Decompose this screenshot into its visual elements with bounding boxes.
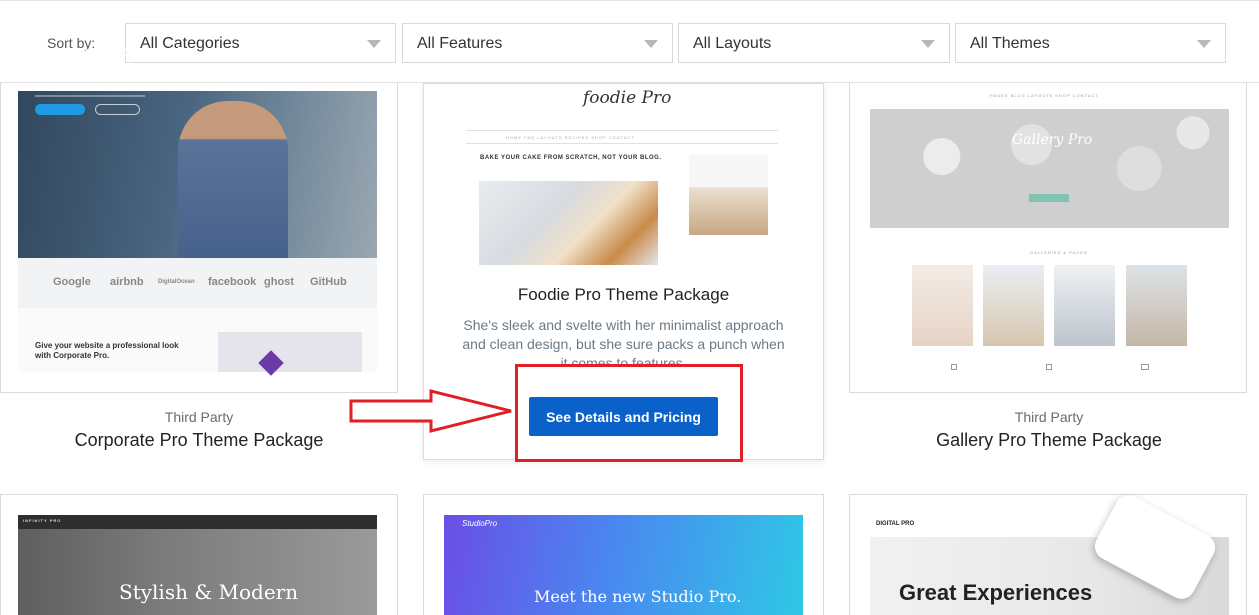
gallery-pro-title[interactable]: Gallery Pro Theme Package <box>850 430 1248 451</box>
digital-pro-hero-title: Great Experiences <box>899 580 1093 605</box>
hero-subtext-lines <box>35 85 145 97</box>
caret-down-icon <box>921 40 935 48</box>
foodie-sidebar-image <box>689 155 768 235</box>
gallery-photo <box>983 265 1044 346</box>
github-logo: GitHub <box>310 276 347 288</box>
features-select-value: All Features <box>417 35 503 52</box>
studio-pro-hero-title: Meet the new Studio Pro. <box>534 587 742 606</box>
foodie-pro-logo: foodie Pro <box>583 88 672 108</box>
foodie-pro-description: She's sleek and svelte with her minimali… <box>462 317 785 366</box>
corporate-pro-lower-section <box>18 308 377 372</box>
grid-icon <box>1046 364 1052 370</box>
themes-select-value: All Themes <box>970 35 1050 52</box>
gallery-photo <box>1054 265 1115 346</box>
foodie-post-heading: BAKE YOUR CAKE FROM SCRATCH, NOT YOUR BL… <box>480 155 662 161</box>
foodie-pro-title[interactable]: Foodie Pro Theme Package <box>423 285 824 305</box>
gallery-section-label: GALLERIES & PAGES <box>1030 250 1088 255</box>
layouts-select[interactable]: All Layouts <box>678 23 950 63</box>
gallery-pro-hero-title: Gallery Pro <box>1012 132 1093 148</box>
hero-secondary-button <box>95 104 140 115</box>
caret-down-icon <box>1197 40 1211 48</box>
lower-section-title: Give your website a professional look wi… <box>35 341 179 360</box>
foodie-nav-links: HOME FAQ LAYOUTS RECIPES SHOP CONTACT <box>506 135 635 140</box>
gallery-pro-type: Third Party <box>1014 409 1084 425</box>
airbnb-logo: airbnb <box>110 276 144 288</box>
corporate-pro-hero-image <box>18 91 377 258</box>
see-details-pricing-button[interactable]: See Details and Pricing <box>529 397 718 436</box>
hero-primary-button <box>35 104 85 115</box>
features-select[interactable]: All Features <box>402 23 673 63</box>
infinity-pro-hero-title: Stylish & Modern <box>119 580 299 604</box>
gallery-hero-button <box>1029 194 1069 202</box>
gallery-pro-hero-image <box>870 109 1229 228</box>
gallery-nav-links: PAGES BLOG LAYOUTS SHOP CONTACT <box>990 93 1099 98</box>
lower-section-image <box>218 332 362 372</box>
hero-person-image <box>178 101 288 258</box>
google-logo: Google <box>53 276 91 288</box>
digitalocean-logo: DigitalOcean <box>158 279 195 285</box>
infinity-pro-nav-bar <box>18 515 377 529</box>
corporate-pro-title[interactable]: Corporate Pro Theme Package <box>0 430 398 451</box>
ghost-logo: ghost <box>264 276 294 288</box>
theme-listing-page: Sort by: All Categories All Features All… <box>0 0 1259 615</box>
gallery-photo <box>912 265 973 346</box>
client-logos-strip: Google airbnb DigitalOcean facebook ghos… <box>18 258 377 308</box>
layouts-select-value: All Layouts <box>693 35 772 52</box>
facebook-logo: facebook <box>208 276 257 288</box>
studio-pro-logo: StudioPro <box>462 519 498 528</box>
corporate-pro-type: Third Party <box>164 409 234 425</box>
digital-pro-logo: DIGITAL PRO <box>876 521 915 527</box>
monitor-icon <box>1141 364 1149 370</box>
caret-down-icon <box>644 40 658 48</box>
themes-select[interactable]: All Themes <box>955 23 1226 63</box>
infinity-pro-logo: INFINITY PRO <box>23 518 62 523</box>
gallery-photo <box>1126 265 1187 346</box>
arrow-right-icon <box>349 389 512 433</box>
corporate-pro-hero-title: Welcome to Corporate Pro Genesis child t… <box>35 44 199 75</box>
caret-down-icon <box>367 40 381 48</box>
foodie-post-image <box>479 181 658 265</box>
pencil-icon <box>951 364 957 370</box>
foodie-nav-bar: HOME FAQ LAYOUTS RECIPES SHOP CONTACT <box>466 130 778 144</box>
